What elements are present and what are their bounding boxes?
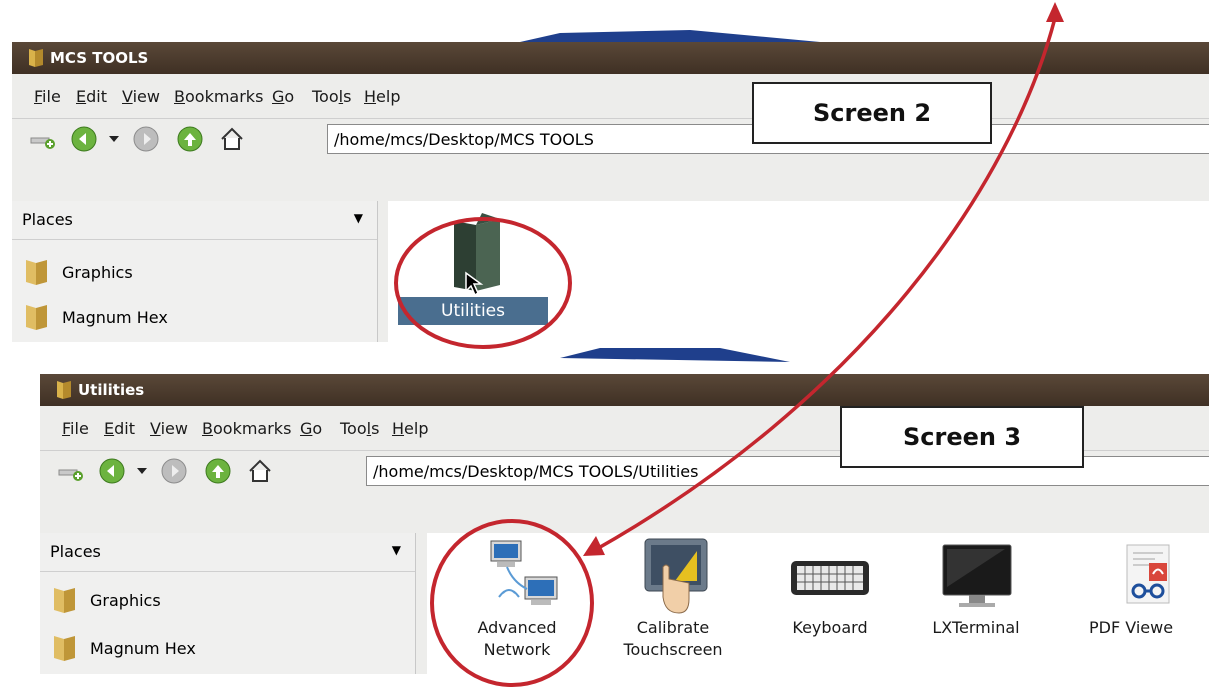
file-manager-window-mcs-tools: MCS TOOLS File Edit View Bookmarks Go To… [12, 42, 1209, 342]
app-label: LXTerminal [911, 617, 1041, 639]
forward-arrow-icon[interactable] [132, 125, 160, 153]
menu-bookmarks[interactable]: Bookmarks [174, 87, 263, 106]
menu-file[interactable]: File [34, 87, 61, 106]
chevron-down-icon: ▼ [391, 543, 401, 557]
places-dropdown[interactable]: Places ▼ [40, 533, 415, 572]
places-label: Places [50, 542, 101, 561]
terminal-monitor-icon [942, 544, 1012, 607]
history-dropdown-icon[interactable] [136, 466, 148, 476]
back-arrow-icon[interactable] [70, 125, 98, 153]
menu-help[interactable]: Help [364, 87, 400, 106]
menu-tools[interactable]: Tools [312, 87, 351, 106]
sidebar-item-label: Magnum Hex [62, 308, 168, 327]
menu-view[interactable]: View [150, 419, 188, 438]
menu-go[interactable]: Go [300, 419, 322, 438]
app-label: Calibrate Touchscreen [603, 617, 743, 661]
app-label-line1: PDF Viewe [1089, 618, 1174, 637]
toolbar: /home/mcs/Desktop/MCS TOOLS [12, 118, 1209, 161]
file-item-utilities[interactable]: Utilities [398, 201, 548, 326]
folder-icon [26, 260, 47, 285]
back-arrow-icon[interactable] [98, 457, 126, 485]
menu-view[interactable]: View [122, 87, 160, 106]
sidebar-item-label: Graphics [90, 591, 161, 610]
forward-arrow-icon[interactable] [160, 457, 188, 485]
sidebar: Places ▼ Graphics Magnum Hex [12, 201, 378, 342]
places-label: Places [22, 210, 73, 229]
up-arrow-icon[interactable] [204, 457, 232, 485]
window-title: Utilities [78, 381, 145, 399]
app-keyboard[interactable]: Keyboard [765, 533, 895, 674]
history-dropdown-icon[interactable] [108, 134, 120, 144]
folder-icon [29, 49, 43, 67]
app-label-line2: Network [483, 640, 551, 659]
app-label: PDF Viewe [1089, 617, 1207, 639]
sidebar-item-label: Graphics [62, 263, 133, 282]
menu-bookmarks[interactable]: Bookmarks [202, 419, 291, 438]
app-label-line1: Advanced [477, 618, 557, 637]
folder-icon [26, 305, 47, 330]
window-titlebar: Utilities [40, 374, 1209, 406]
folder-icon [57, 381, 71, 399]
folder-icon [54, 588, 75, 613]
up-arrow-icon[interactable] [176, 125, 204, 153]
app-label-line1: LXTerminal [932, 618, 1020, 637]
app-label: Keyboard [765, 617, 895, 639]
places-dropdown[interactable]: Places ▼ [12, 201, 377, 240]
menu-file[interactable]: File [62, 419, 89, 438]
app-label-line2: Touchscreen [623, 640, 723, 659]
pdf-viewer-icon [1126, 544, 1170, 604]
new-tab-icon[interactable] [58, 460, 84, 482]
app-label-line1: Calibrate [636, 618, 710, 637]
menu-edit[interactable]: Edit [104, 419, 135, 438]
sidebar-item-label: Magnum Hex [90, 639, 196, 658]
screen-2-callout: Screen 2 [752, 82, 992, 144]
file-manager-window-utilities: Utilities File Edit View Bookmarks Go To… [40, 374, 1209, 674]
folder-icon [54, 636, 75, 661]
chevron-down-icon: ▼ [353, 211, 363, 225]
file-view: Utilities [388, 201, 1209, 342]
mouse-cursor-icon [465, 271, 484, 297]
app-pdf-viewer[interactable]: PDF Viewe [1077, 533, 1207, 674]
app-label-line1: Keyboard [792, 618, 868, 637]
menu-go[interactable]: Go [272, 87, 294, 106]
sidebar: Places ▼ Graphics Magnum Hex [40, 533, 416, 674]
window-title: MCS TOOLS [50, 49, 149, 67]
app-calibrate-touchscreen[interactable]: Calibrate Touchscreen [603, 533, 743, 674]
touchscreen-icon [644, 538, 708, 614]
window-titlebar: MCS TOOLS [12, 42, 1209, 74]
keyboard-icon [791, 561, 869, 595]
app-lxterminal[interactable]: LXTerminal [911, 533, 1041, 674]
app-advanced-network[interactable]: Advanced Network [447, 533, 587, 674]
home-icon[interactable] [218, 125, 246, 153]
home-icon[interactable] [246, 457, 274, 485]
file-item-label: Utilities [398, 297, 548, 325]
menu-help[interactable]: Help [392, 419, 428, 438]
new-tab-icon[interactable] [30, 128, 56, 150]
network-computers-icon [490, 540, 558, 605]
menu-bar: File Edit View Bookmarks Go Tools Help [12, 74, 1209, 119]
file-view: Advanced Network Calibrate Touchscreen K… [427, 533, 1209, 674]
screen-3-callout: Screen 3 [840, 406, 1084, 468]
app-label: Advanced Network [447, 617, 587, 661]
menu-edit[interactable]: Edit [76, 87, 107, 106]
menu-tools[interactable]: Tools [340, 419, 379, 438]
